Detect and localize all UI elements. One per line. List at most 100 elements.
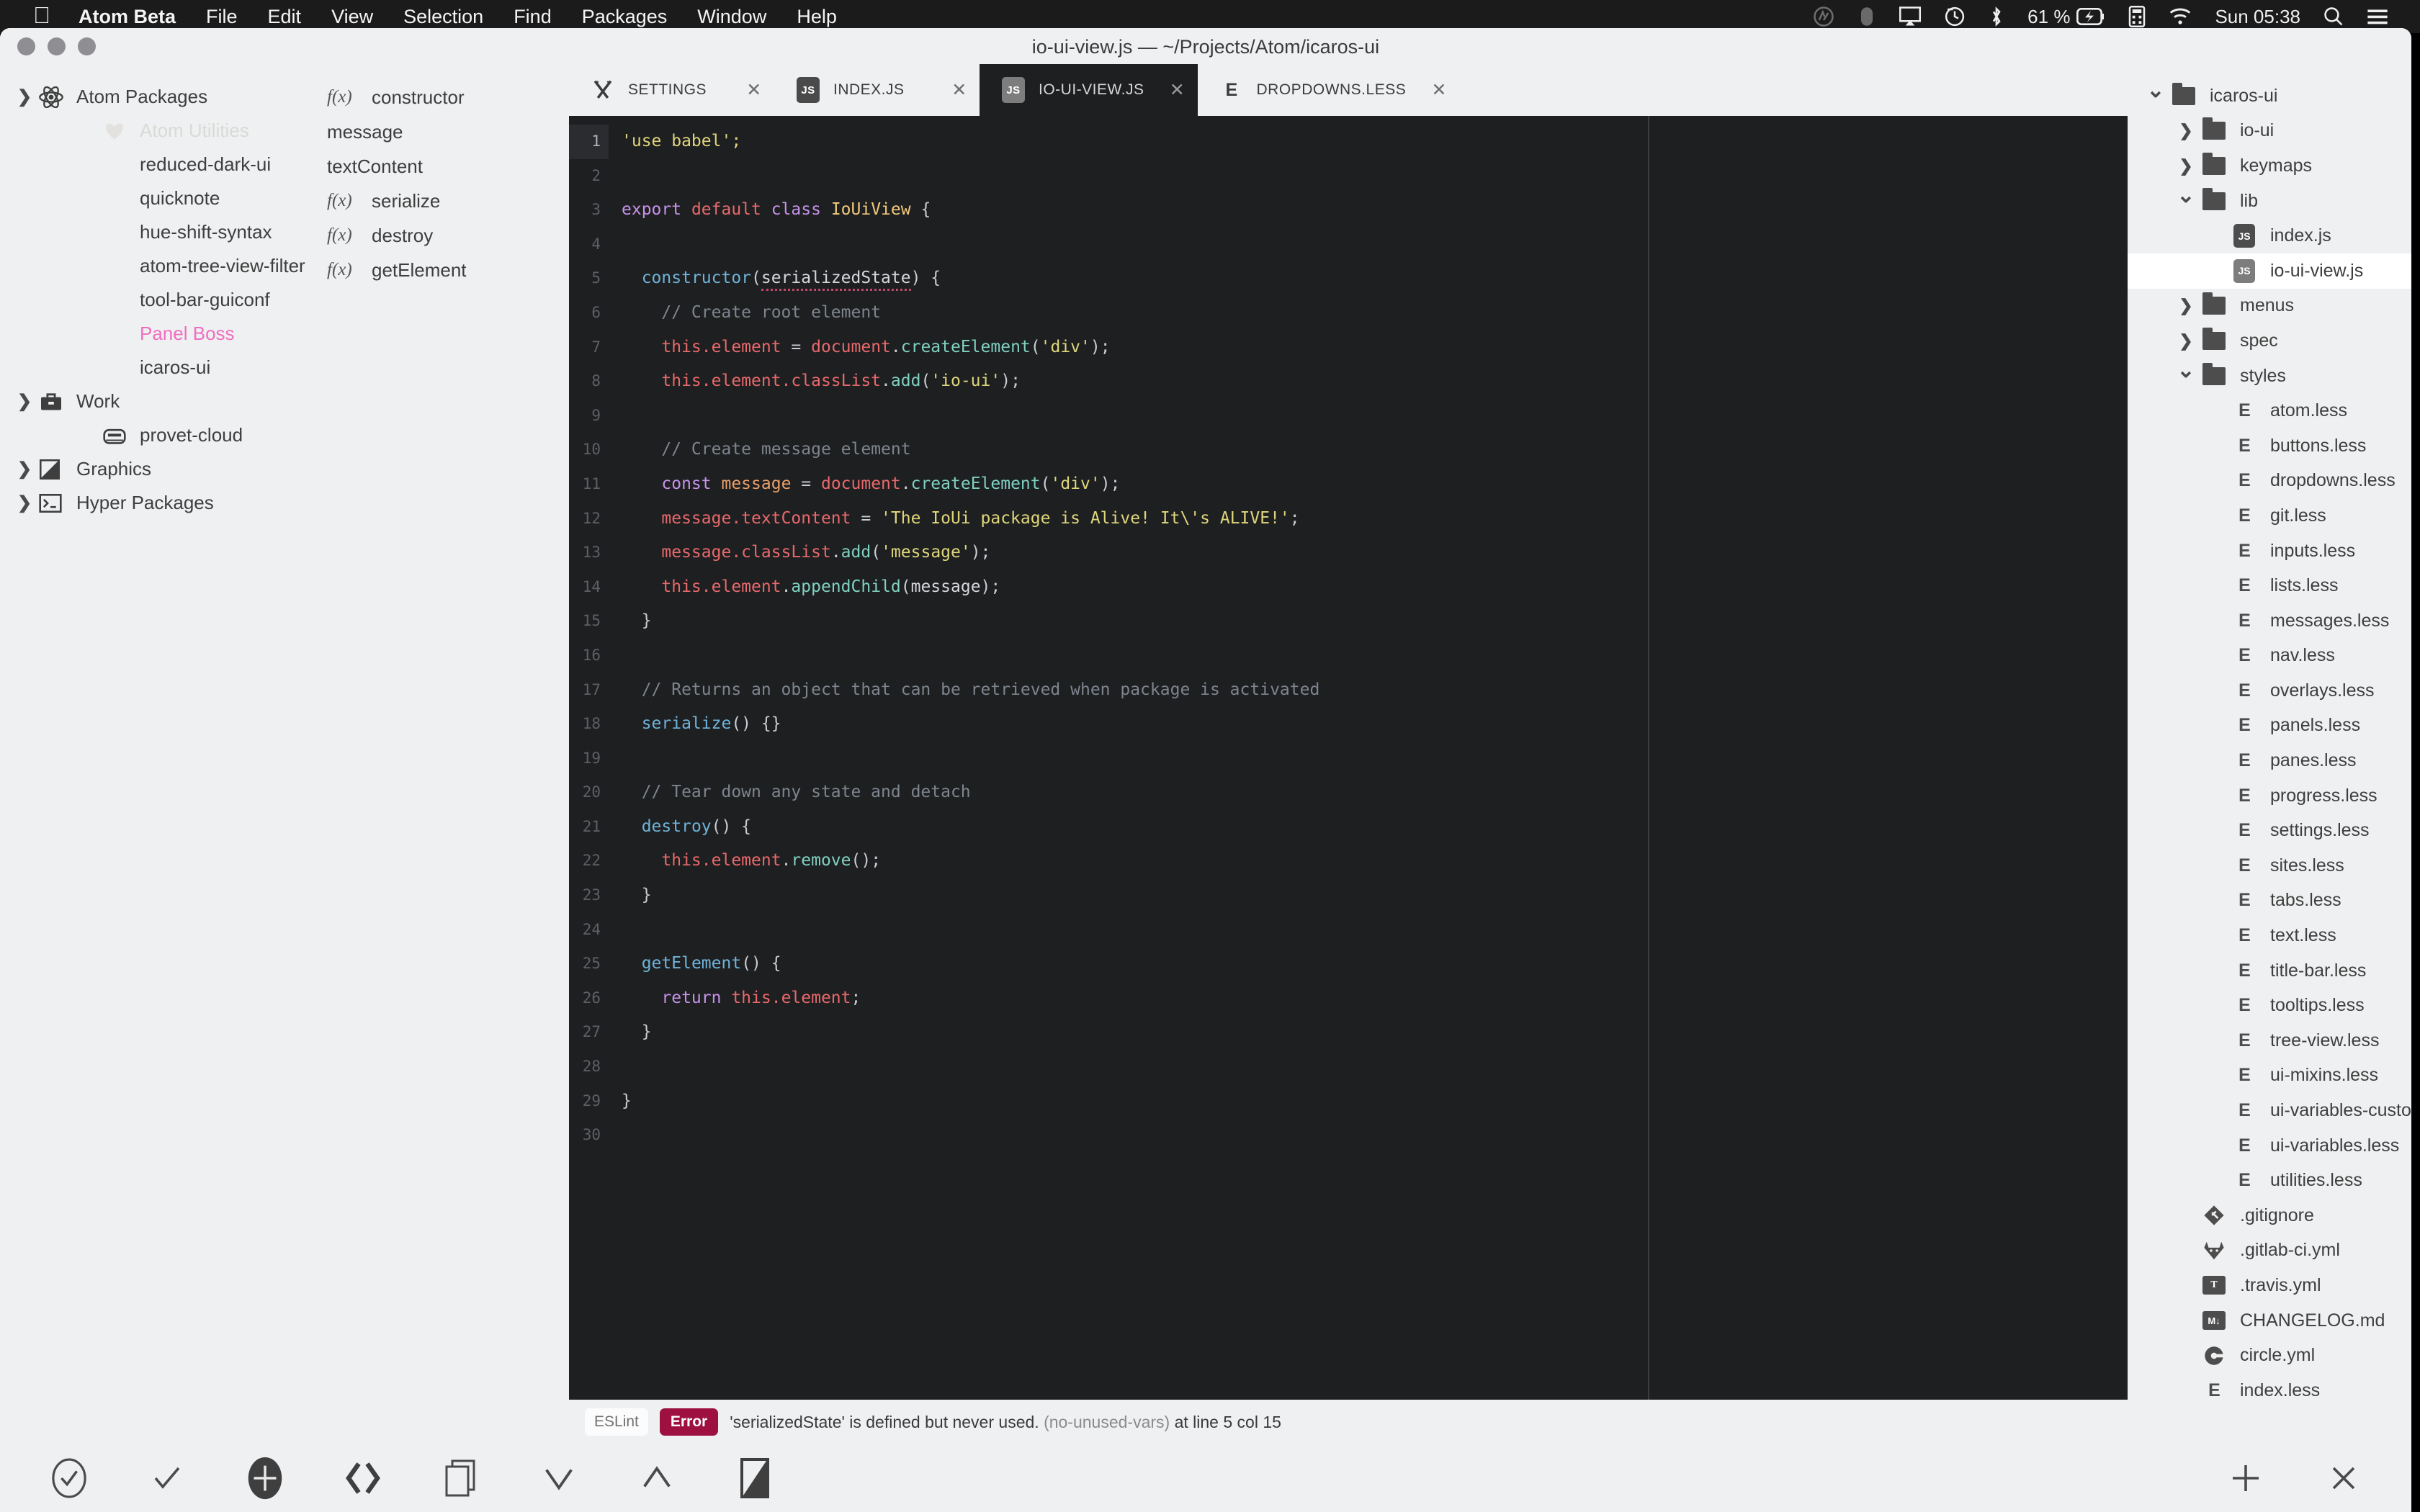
tab-close-icon[interactable]: ✕ [939,79,980,101]
tab-io-ui-view-js[interactable]: JSIO-UI-VIEW.JS✕ [980,64,1198,116]
calculator-icon[interactable] [2117,6,2157,27]
tree-folder-menus[interactable]: ❯menus [2128,289,2411,324]
code-brackets-icon[interactable] [314,1444,412,1512]
symbol-item-getelement[interactable]: f(x)getElement [310,253,569,287]
tree-file-changelog-md[interactable]: M↓CHANGELOG.md [2128,1303,2411,1338]
tab-dropdowns-less[interactable]: ƎDROPDOWNS.LESS✕ [1198,64,1460,116]
tree-file-utilities-less[interactable]: Ǝutilities.less [2128,1163,2411,1198]
tree-folder-io-ui[interactable]: ❯io-ui [2128,114,2411,149]
tab-close-icon[interactable]: ✕ [734,79,774,101]
status-badge[interactable]: Error [660,1408,718,1436]
symbol-item-destroy[interactable]: f(x)destroy [310,218,569,253]
tree-file-dropdowns-less[interactable]: Ǝdropdowns.less [2128,464,2411,499]
project-item-panel-boss[interactable]: Panel Boss [0,317,310,351]
tree-file-title-bar-less[interactable]: Ǝtitle-bar.less [2128,953,2411,989]
chevron-right-icon[interactable]: ❯ [17,492,39,513]
project-item-hyper-packages[interactable]: ❯Hyper Packages [0,486,310,520]
tree-file-overlays-less[interactable]: Ǝoverlays.less [2128,673,2411,708]
project-item-tool-bar-guiconf[interactable]: tool-bar-guiconf [0,283,310,317]
tree-file-progress-less[interactable]: Ǝprogress.less [2128,778,2411,814]
tree-file-git-less[interactable]: Ǝgit.less [2128,498,2411,534]
tab-index-js[interactable]: JSINDEX.JS✕ [774,64,980,116]
project-item-atom-utilities[interactable]: Atom Utilities [0,114,310,148]
chevron-right-icon[interactable]: ❯ [2174,121,2198,140]
project-item-icaros-ui[interactable]: icaros-ui [0,351,310,384]
chevron-right-icon[interactable]: ❯ [2174,156,2198,176]
tree-file-tree-view-less[interactable]: Ǝtree-view.less [2128,1023,2411,1058]
tree-file-sites-less[interactable]: Ǝsites.less [2128,848,2411,883]
notification-center-icon[interactable] [2355,7,2400,26]
airplay-icon[interactable] [1888,6,1932,27]
tree-file-ui-mixins-less[interactable]: Ǝui-mixins.less [2128,1058,2411,1094]
tree-file--gitlab-ci-yml[interactable]: .gitlab-ci.yml [2128,1233,2411,1269]
chevron-down-icon[interactable]: ⌄ [2143,78,2168,103]
tab-close-icon[interactable]: ✕ [1419,79,1459,101]
chevron-right-icon[interactable]: ❯ [17,391,39,412]
chevron-down-icon[interactable]: ⌄ [2174,183,2198,208]
add-button[interactable] [2197,1444,2295,1512]
tree-file-lists-less[interactable]: Ǝlists.less [2128,568,2411,603]
chevron-right-icon[interactable]: ❯ [2174,296,2198,315]
project-item-work[interactable]: ❯Work [0,384,310,418]
tree-file-tabs-less[interactable]: Ǝtabs.less [2128,883,2411,919]
tree-file-io-ui-view-js[interactable]: JSio-ui-view.js [2128,253,2411,289]
tree-folder-keymaps[interactable]: ❯keymaps [2128,148,2411,184]
project-item-reduced-dark-ui[interactable]: reduced-dark-ui [0,148,310,181]
time-machine-icon[interactable] [1932,6,1977,27]
tree-file-atom-less[interactable]: Ǝatom.less [2128,393,2411,428]
chevron-down-icon[interactable] [510,1444,608,1512]
symbol-item-serialize[interactable]: f(x)serialize [310,184,569,218]
tree-folder-icaros-ui[interactable]: ⌄icaros-ui [2128,78,2411,114]
tree-file-nav-less[interactable]: Ǝnav.less [2128,639,2411,674]
tree-file-panes-less[interactable]: Ǝpanes.less [2128,743,2411,778]
tree-file-index-less[interactable]: Ǝindex.less [2128,1373,2411,1408]
editor-body[interactable]: 1234567891011121314151617181920212223242… [569,116,2128,1400]
tree-folder-styles[interactable]: ⌄styles [2128,359,2411,394]
chevron-up-icon[interactable] [608,1444,706,1512]
tree-folder-spec[interactable]: ❯spec [2128,323,2411,359]
tree-file--gitignore[interactable]: .gitignore [2128,1198,2411,1233]
bluetooth-icon[interactable] [1977,5,2016,28]
checkmark-button[interactable] [118,1444,216,1512]
symbol-item-constructor[interactable]: f(x)constructor [310,80,569,114]
tab-settings[interactable]: SETTINGS✕ [569,64,774,116]
tree-file--travis-yml[interactable]: T.travis.yml [2128,1268,2411,1303]
tree-file-panels-less[interactable]: Ǝpanels.less [2128,708,2411,744]
close-button[interactable] [2295,1444,2393,1512]
chevron-right-icon[interactable]: ❯ [17,459,39,480]
tree-file-tooltips-less[interactable]: Ǝtooltips.less [2128,988,2411,1023]
touch-id-icon[interactable] [1846,6,1888,27]
linter-message[interactable]: 'serializedState' is defined but never u… [730,1413,1281,1432]
tree-file-circle-yml[interactable]: circle.yml [2128,1338,2411,1373]
code-text-area[interactable]: 'use babel';export default class IoUiVie… [609,116,2128,1400]
lint-toggle-button[interactable] [20,1444,118,1512]
tree-folder-lib[interactable]: ⌄lib [2128,184,2411,219]
symbol-item-message[interactable]: message [310,114,569,149]
tree-file-ui-variables-less[interactable]: Ǝui-variables.less [2128,1128,2411,1164]
tree-file-inputs-less[interactable]: Ǝinputs.less [2128,534,2411,569]
add-filled-button[interactable] [216,1444,314,1512]
project-item-graphics[interactable]: ❯Graphics [0,452,310,486]
apple-menu-icon[interactable]:  [20,0,63,32]
tree-file-ui-variables-custom-less[interactable]: Ǝui-variables-custom.less [2128,1093,2411,1128]
tab-close-icon[interactable]: ✕ [1157,79,1198,101]
tree-file-buttons-less[interactable]: Ǝbuttons.less [2128,428,2411,464]
project-item-quicknote[interactable]: quicknote [0,181,310,215]
tree-file-index-js[interactable]: JSindex.js [2128,218,2411,253]
project-item-atom-packages[interactable]: ❯Atom Packages [0,80,310,114]
tree-file-settings-less[interactable]: Ǝsettings.less [2128,813,2411,848]
chevron-right-icon[interactable]: ❯ [17,86,39,107]
chevron-right-icon[interactable]: ❯ [2174,331,2198,351]
creative-cloud-icon[interactable] [1801,6,1846,27]
linter-name-badge[interactable]: ESLint [585,1408,648,1436]
tree-file-text-less[interactable]: Ǝtext.less [2128,918,2411,953]
theme-toggle-button[interactable] [706,1444,804,1512]
chevron-down-icon[interactable]: ⌄ [2174,358,2198,383]
symbol-item-textcontent[interactable]: textContent [310,149,569,184]
project-item-provet-cloud[interactable]: provet-cloud [0,418,310,452]
split-pane-button[interactable] [412,1444,510,1512]
wifi-icon[interactable] [2157,7,2203,26]
spotlight-search-icon[interactable] [2312,6,2355,27]
project-item-atom-tree-view-filter[interactable]: atom-tree-view-filter [0,249,310,283]
project-item-hue-shift-syntax[interactable]: hue-shift-syntax [0,215,310,249]
